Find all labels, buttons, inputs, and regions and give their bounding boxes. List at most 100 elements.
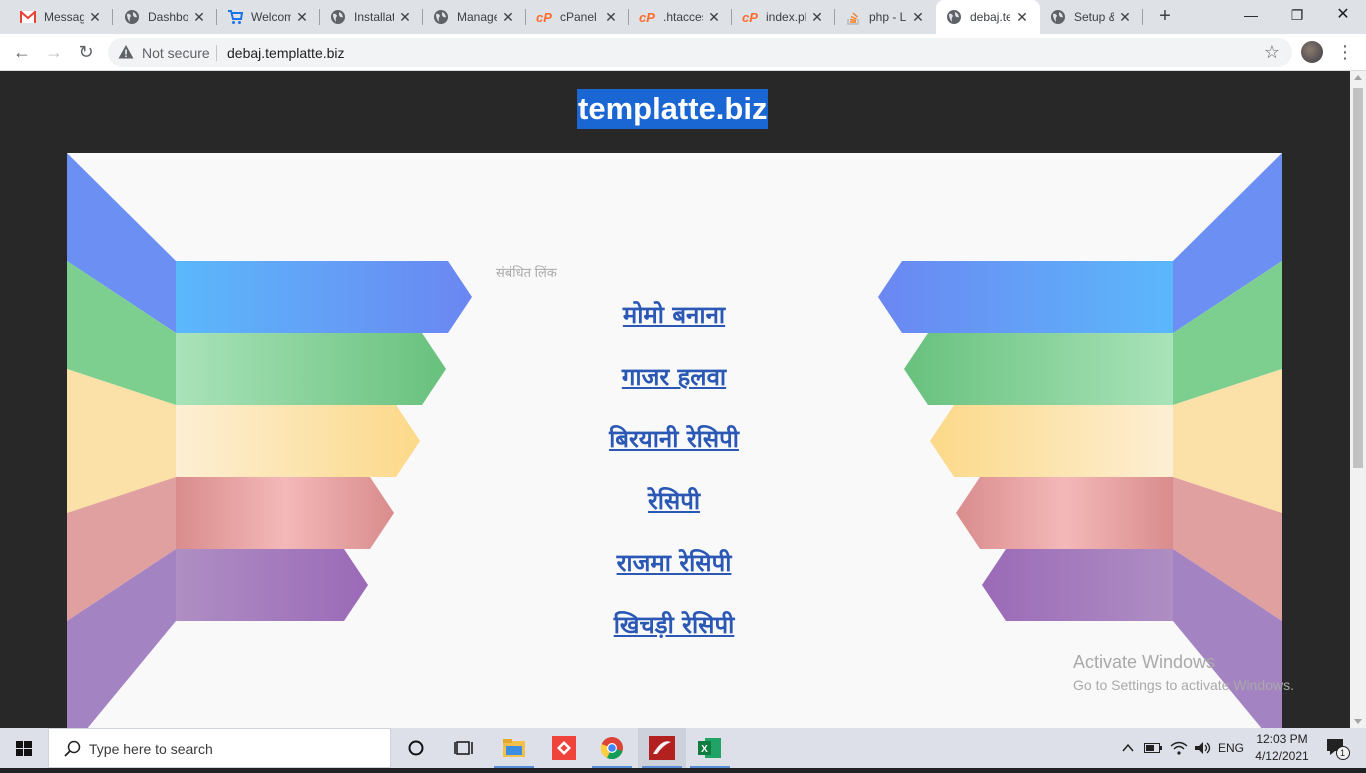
system-clock[interactable]: 12:03 PM 4/12/2021: [1252, 731, 1312, 765]
tab-title: Installation: [354, 10, 394, 24]
clock-date: 4/12/2021: [1255, 749, 1309, 763]
show-hidden-icons-button[interactable]: [1118, 728, 1138, 768]
filezilla-icon: [649, 736, 675, 760]
related-links-label: संबंधित लिंक: [496, 265, 557, 280]
battery-button[interactable]: [1142, 728, 1164, 768]
anydesk-icon: [552, 736, 576, 760]
taskbar-search-box[interactable]: Type here to search: [48, 728, 391, 768]
content-panel: संबंधित लिंक मोमो बनाना गाजर हलवा बिरयान…: [67, 153, 1282, 728]
tab-strip: Messages✕Dashboard✕Welcome✕Installation✕…: [0, 0, 1366, 34]
warning-icon[interactable]: [118, 44, 134, 60]
tab-close-icon[interactable]: ✕: [1014, 9, 1030, 25]
cpanel-icon: cP: [742, 9, 758, 25]
start-button[interactable]: [0, 728, 48, 768]
page-scrollbar[interactable]: [1350, 71, 1366, 728]
windows-logo-icon: [16, 741, 32, 756]
browser-tab[interactable]: Installation✕: [320, 0, 423, 34]
bookmark-star-icon[interactable]: ☆: [1264, 42, 1280, 63]
browser-tab[interactable]: Manage ✕: [423, 0, 526, 34]
taskbar-excel[interactable]: X: [686, 728, 734, 768]
taskbar-file-explorer[interactable]: [490, 728, 538, 768]
task-view-button[interactable]: [440, 728, 488, 768]
address-bar[interactable]: Not secure debaj.templatte.biz ☆: [108, 38, 1292, 67]
related-link-rajma[interactable]: राजमा रेसिपी: [424, 538, 924, 600]
browser-tab[interactable]: debaj.templatte.biz ✕: [936, 0, 1040, 34]
tab-close-icon[interactable]: ✕: [603, 9, 619, 25]
related-link-gajar-halwa[interactable]: गाजर हलवा: [424, 352, 924, 414]
browser-tab[interactable]: Setup & ✕: [1040, 0, 1143, 34]
tab-title: .htaccess: [663, 10, 703, 24]
search-placeholder: Type here to search: [89, 741, 213, 757]
tab-close-icon[interactable]: ✕: [910, 9, 926, 25]
svg-text:X: X: [701, 744, 708, 755]
scrollbar-thumb[interactable]: [1353, 88, 1363, 468]
activate-windows-subtitle: Go to Settings to activate Windows.: [1073, 677, 1294, 693]
related-link-momo[interactable]: मोमो बनाना: [424, 290, 924, 352]
gmail-icon: [20, 9, 36, 25]
globe-icon: [330, 9, 346, 25]
tab-title: Messages: [44, 10, 84, 24]
related-link-biryani[interactable]: बिरयानी रेसिपी: [424, 414, 924, 476]
tab-close-icon[interactable]: ✕: [87, 9, 103, 25]
input-language[interactable]: ENG: [1216, 728, 1246, 768]
tab-title: Setup &: [1074, 10, 1114, 24]
tab-close-icon[interactable]: ✕: [397, 9, 413, 25]
browser-tab[interactable]: cP cPanel ✕: [526, 0, 629, 34]
browser-tab[interactable]: cP index.php✕: [732, 0, 835, 34]
globe-icon: [1050, 9, 1066, 25]
security-label[interactable]: Not secure: [142, 45, 210, 61]
globe-icon: [946, 9, 962, 25]
stackoverflow-icon: [845, 9, 861, 25]
browser-tab[interactable]: Dashboard✕: [114, 0, 217, 34]
profile-avatar[interactable]: [1301, 41, 1323, 63]
tab-close-icon[interactable]: ✕: [500, 9, 516, 25]
maximize-button[interactable]: ❐: [1274, 0, 1320, 30]
reload-button[interactable]: ↻: [74, 40, 98, 64]
taskbar-filezilla[interactable]: [638, 728, 686, 768]
tab-title: Manage: [457, 10, 497, 24]
browser-tab[interactable]: php - L ✕: [835, 0, 936, 34]
scroll-up-arrow-icon[interactable]: [1354, 75, 1362, 80]
task-view-icon: [454, 741, 473, 755]
wifi-icon: [1170, 741, 1188, 755]
cortana-button[interactable]: [392, 728, 440, 768]
notification-count: 1: [1340, 748, 1346, 758]
tab-separator: [1142, 9, 1143, 25]
minimize-button[interactable]: —: [1228, 0, 1274, 30]
browser-tab[interactable]: Welcome✕: [217, 0, 320, 34]
browser-tab[interactable]: cP .htaccess✕: [629, 0, 732, 34]
tab-close-icon[interactable]: ✕: [191, 9, 207, 25]
browser-tab[interactable]: Messages✕: [10, 0, 113, 34]
tab-title: debaj.templatte.biz: [970, 10, 1010, 24]
activate-windows-title: Activate Windows: [1073, 652, 1216, 672]
tab-close-icon[interactable]: ✕: [1117, 9, 1133, 25]
chevron-up-icon: [1122, 743, 1134, 752]
excel-icon: X: [698, 738, 721, 758]
network-button[interactable]: [1168, 728, 1190, 768]
tab-close-icon[interactable]: ✕: [809, 9, 825, 25]
new-tab-button[interactable]: +: [1154, 5, 1176, 27]
globe-icon: [124, 9, 140, 25]
volume-button[interactable]: [1192, 728, 1214, 768]
clock-time: 12:03 PM: [1256, 732, 1308, 746]
back-button[interactable]: ←: [10, 40, 34, 64]
tab-separator: [112, 9, 113, 25]
forward-button[interactable]: →: [42, 40, 66, 64]
tab-close-icon[interactable]: ✕: [294, 9, 310, 25]
url-text[interactable]: debaj.templatte.biz: [227, 45, 345, 61]
window-close-button[interactable]: ✕: [1320, 0, 1366, 30]
related-link-recipe[interactable]: रेसिपी: [424, 476, 924, 538]
notification-icon: [1327, 739, 1350, 760]
scroll-down-arrow-icon[interactable]: [1354, 719, 1362, 724]
taskbar-anydesk[interactable]: [540, 728, 588, 768]
cpanel-icon: cP: [639, 9, 655, 25]
tab-title: Dashboard: [148, 10, 188, 24]
chrome-menu-icon[interactable]: ⋮: [1336, 40, 1354, 64]
taskbar-chrome[interactable]: [588, 728, 636, 768]
speaker-icon: [1195, 742, 1211, 754]
action-center-button[interactable]: 1: [1318, 728, 1354, 768]
folder-icon: [503, 739, 525, 757]
tab-close-icon[interactable]: ✕: [706, 9, 722, 25]
page-content: templatte.biz संबंधित लिंक मोमो बनाना गा…: [0, 71, 1350, 728]
related-link-khichdi[interactable]: खिचड़ी रेसिपी: [424, 600, 924, 662]
